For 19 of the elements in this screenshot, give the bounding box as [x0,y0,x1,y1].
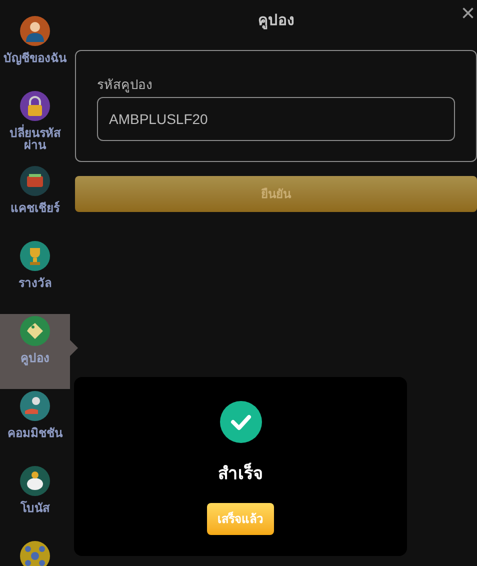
wallet-icon [20,166,50,196]
check-icon [220,401,262,443]
trophy-icon [20,241,50,271]
sidebar-item[interactable]: แคชเชียร์ [0,164,70,239]
sidebar-item[interactable]: รางวัล [0,239,70,314]
close-button[interactable]: × [460,0,475,28]
padlock-icon [20,91,50,121]
tag-icon [20,316,50,346]
sidebar-item[interactable]: บัญชีของฉัน [0,14,70,89]
pointer-icon [70,340,78,356]
success-message: สำเร็จ [218,462,263,485]
dialog-title: คูปอง [258,10,294,32]
coupon-code-field[interactable]: AMBPLUSLF20 [97,96,455,140]
sidebar-item[interactable]: โบนัส [0,464,70,539]
person-icon [20,16,50,46]
sidebar-item[interactable]: คอมมิชชัน [0,389,70,464]
network-icon [20,541,50,566]
field-label: รหัสคูปอง [97,76,153,94]
sidebar-item[interactable]: ปลี่ยนรหัสผ่าน [0,89,70,164]
